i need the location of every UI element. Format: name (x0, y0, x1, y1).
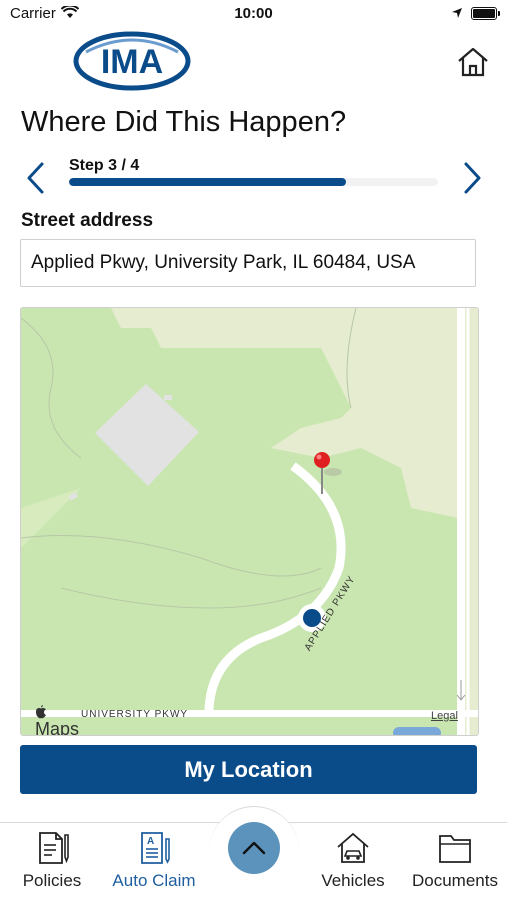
tab-vehicles[interactable]: Vehicles (303, 831, 403, 891)
location-pin-icon (314, 452, 330, 468)
document-pen-icon (39, 832, 69, 864)
my-location-button[interactable]: My Location (20, 745, 477, 794)
chevron-left-icon (27, 162, 44, 194)
claim-form-icon: A (141, 832, 170, 864)
tab-documents-label: Documents (412, 871, 498, 890)
svg-text:A: A (147, 836, 154, 847)
folder-icon (439, 835, 471, 863)
tab-auto-claim-label: Auto Claim (112, 871, 196, 890)
battery-icon (471, 7, 500, 20)
chevron-up-icon (242, 841, 266, 855)
map-canvas[interactable] (21, 308, 478, 735)
progress-fill (69, 178, 346, 186)
expand-menu-button[interactable] (228, 822, 280, 874)
ima-logo: IMA (72, 30, 192, 92)
progress-bar (69, 178, 438, 186)
map-view[interactable]: APPLIED PKWY UNIVERSITY PKWY Maps Legal (20, 307, 479, 736)
tab-auto-claim[interactable]: A Auto Claim (104, 831, 204, 891)
maps-brand-text: Maps (35, 719, 80, 736)
step-label: Step 3 / 4 (69, 157, 140, 174)
tab-policies[interactable]: Policies (2, 831, 102, 891)
road-label-university: UNIVERSITY PKWY (81, 709, 189, 720)
tab-documents[interactable]: Documents (405, 831, 505, 891)
tab-vehicles-label: Vehicles (321, 871, 385, 890)
next-step-button[interactable] (458, 160, 486, 196)
location-arrow-icon (452, 8, 462, 18)
apple-maps-logo: Maps (35, 705, 80, 736)
home-icon (458, 47, 488, 77)
tab-policies-label: Policies (22, 871, 82, 890)
legal-link[interactable]: Legal (431, 710, 458, 722)
status-bar: Carrier 10:00 (0, 0, 507, 28)
house-car-icon (337, 832, 369, 863)
previous-step-button[interactable] (22, 160, 50, 196)
chevron-right-icon (464, 162, 481, 194)
street-address-input[interactable] (20, 239, 476, 287)
clock: 10:00 (234, 5, 273, 22)
apple-icon (36, 705, 46, 719)
logo-text: IMA (101, 43, 163, 81)
street-address-label: Street address (21, 210, 154, 231)
home-button[interactable] (455, 44, 491, 80)
page-title: Where Did This Happen? (21, 106, 347, 138)
